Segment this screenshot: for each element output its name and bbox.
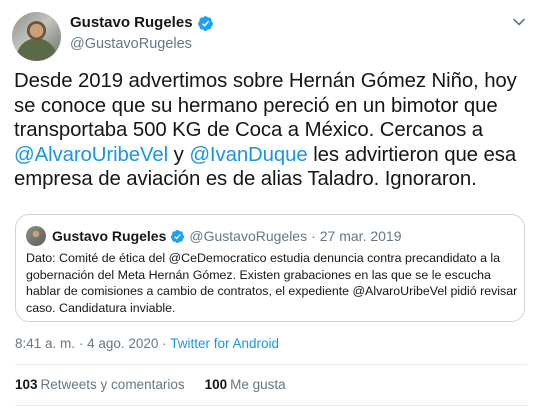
quoted-author-handle: @GustavoRugeles (189, 228, 308, 244)
likes-count: 100 (204, 377, 228, 392)
quoted-header: Gustavo Rugeles @GustavoRugeles · 27 mar… (52, 226, 402, 246)
tweet-text-part: Desde 2019 advertimos sobre Hernán Gómez… (14, 70, 517, 142)
verified-badge-icon (197, 15, 213, 31)
mention-link[interactable]: @IvanDuque (189, 144, 307, 166)
likes-stat[interactable]: 100 Me gusta (205, 376, 286, 394)
author-block: Gustavo Rugeles @GustavoRugeles (70, 13, 214, 54)
author-handle[interactable]: @GustavoRugeles (70, 34, 214, 54)
quoted-date: 27 mar. 2019 (319, 228, 402, 244)
chevron-down-icon[interactable] (511, 14, 527, 30)
tweet-time[interactable]: 8:41 a. m. (15, 336, 75, 351)
tweet-text-part: y (168, 143, 190, 166)
divider (15, 405, 527, 406)
tweet-text: Desde 2019 advertimos sobre Hernán Gómez… (14, 69, 529, 192)
quoted-avatar (26, 226, 46, 246)
mention-link[interactable]: @AlvaroUribeVel (14, 144, 168, 166)
avatar[interactable] (12, 12, 61, 61)
meta-separator: · (162, 336, 167, 351)
quoted-tweet[interactable]: Gustavo Rugeles @GustavoRugeles · 27 mar… (15, 214, 525, 322)
tweet-meta: 8:41 a. m. · 4 ago. 2020 · Twitter for A… (15, 335, 279, 353)
quoted-author-name: Gustavo Rugeles (52, 228, 167, 244)
tweet-card: Gustavo Rugeles @GustavoRugeles Desde 20… (0, 0, 541, 411)
retweets-stat[interactable]: 103 Retweets y comentarios (15, 376, 185, 394)
tweet-stats: 103 Retweets y comentarios 100 Me gusta (15, 376, 306, 394)
retweets-label: Retweets y comentarios (40, 377, 185, 392)
tweet-date[interactable]: 4 ago. 2020 (87, 336, 158, 351)
author-name[interactable]: Gustavo Rugeles (70, 13, 193, 33)
quoted-text: Dato: Comité de ética del @CeDemocratico… (26, 251, 518, 315)
likes-label: Me gusta (230, 377, 286, 392)
quoted-separator: · (311, 228, 316, 244)
divider (15, 364, 527, 365)
tweet-source-link[interactable]: Twitter for Android (170, 336, 279, 351)
retweets-count: 103 (15, 377, 38, 392)
meta-separator: · (78, 336, 84, 351)
author-name-row: Gustavo Rugeles (70, 13, 214, 33)
verified-badge-icon (171, 229, 185, 243)
